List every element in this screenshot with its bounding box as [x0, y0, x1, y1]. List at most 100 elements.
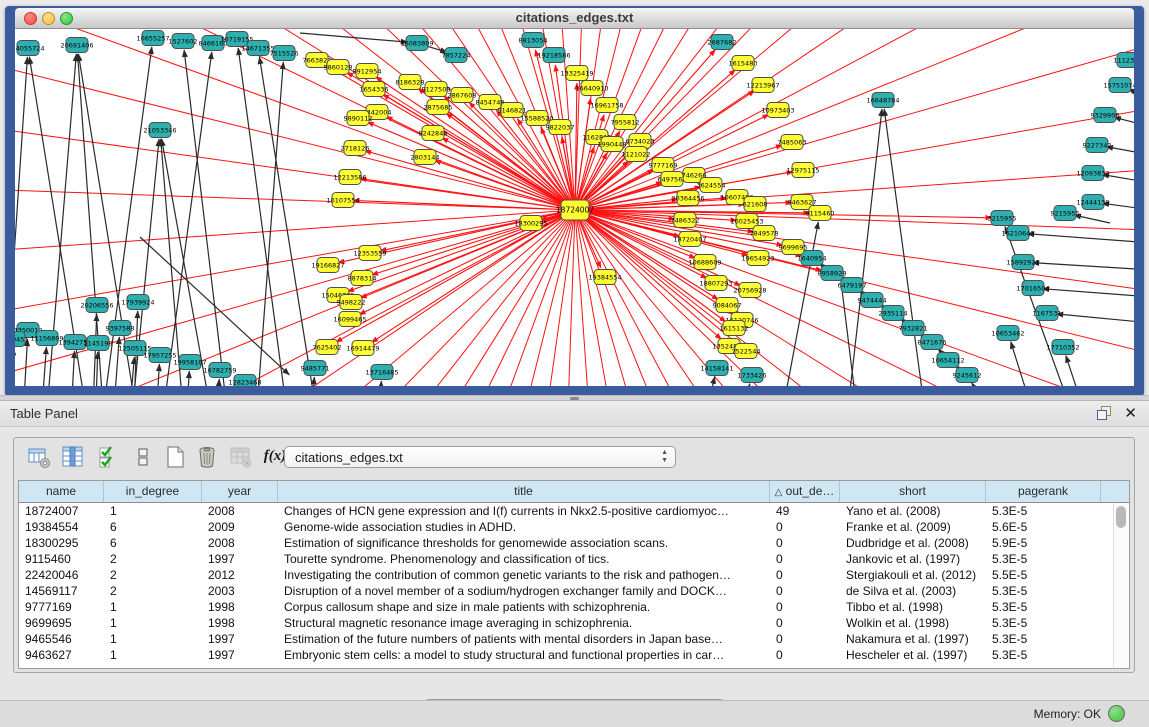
graph-node[interactable]: 7522544 [732, 344, 761, 359]
table-row[interactable]: 946362711997Embryonic stem cells: a mode… [19, 647, 1129, 663]
column-header-in_degree[interactable]: in_degree [104, 481, 202, 502]
graph-node[interactable]: 18720407 [673, 232, 706, 247]
graph-node[interactable]: 6479197 [838, 278, 867, 293]
citation-edge[interactable] [442, 138, 575, 210]
graph-node[interactable]: 2867608 [448, 88, 477, 103]
graph-node[interactable]: 13716485 [365, 365, 398, 380]
table-row[interactable]: 1830029562008Estimation of significance … [19, 535, 1129, 551]
citation-edge[interactable] [378, 381, 381, 386]
graph-node[interactable]: 7515526 [270, 46, 299, 61]
graph-node[interactable]: 15751074 [1103, 78, 1134, 93]
table-row[interactable]: 911546021997Tourette syndrome. Phenomeno… [19, 551, 1129, 567]
graph-node[interactable]: 7486322 [671, 213, 700, 228]
graph-node[interactable]: 19218586 [537, 48, 570, 63]
table-row[interactable]: 1872400712008Changes of HCN gene express… [19, 503, 1129, 519]
graph-node[interactable]: 2718126 [341, 141, 370, 156]
graph-node[interactable]: 1654336 [360, 82, 389, 97]
delete-table-icon[interactable] [194, 445, 220, 471]
citation-edge[interactable] [1011, 342, 1040, 386]
citation-edge[interactable] [1027, 234, 1134, 243]
graph-node[interactable]: 7625402 [313, 340, 342, 355]
graph-node[interactable]: 9227342 [1083, 138, 1112, 153]
graph-node[interactable]: 12444139 [1076, 195, 1109, 210]
graph-node[interactable]: 16961758 [590, 98, 623, 113]
graph-node[interactable]: 9485771 [301, 361, 330, 376]
graph-node[interactable]: 10654112 [931, 353, 964, 368]
column-header-pagerank[interactable]: pagerank [986, 481, 1101, 502]
graph-node[interactable]: 1615132 [720, 321, 749, 336]
network-canvas[interactable]: 18724007 24055724 20691406 10655257 1527… [15, 29, 1134, 386]
graph-node[interactable]: 9127508 [422, 82, 451, 97]
graph-node[interactable]: 2935114 [879, 306, 908, 321]
table-selector-dropdown[interactable]: citations_edges.txt ▲▼ [284, 446, 676, 468]
graph-node[interactable]: 8813054 [519, 33, 548, 48]
column-header-title[interactable]: title [278, 481, 770, 502]
graph-node[interactable]: 12975115 [786, 163, 819, 178]
graph-node[interactable]: 8912954 [353, 64, 382, 79]
graph-node[interactable]: 9245612 [953, 368, 982, 383]
graph-node[interactable]: 20206556 [80, 298, 113, 313]
graph-node[interactable]: 17710352 [1046, 340, 1079, 355]
citation-edge[interactable] [737, 384, 750, 386]
graph-node[interactable]: 9777169 [649, 158, 678, 173]
rows-icon[interactable] [130, 445, 156, 471]
column-header-out_degree[interactable]: △ out_de… [770, 481, 840, 502]
graph-node[interactable]: 9115460 [806, 206, 835, 221]
graph-node[interactable]: 9860128 [324, 60, 353, 75]
graph-node[interactable]: 9498222 [337, 295, 366, 310]
graph-node[interactable]: 16914479 [346, 341, 379, 356]
graph-node[interactable]: 9215955 [1051, 206, 1080, 221]
graph-node[interactable]: 19166827 [311, 258, 344, 273]
table-row[interactable]: 2242004622012Investigating the contribut… [19, 567, 1129, 583]
graph-node[interactable]: 14158141 [700, 361, 733, 376]
citation-edge[interactable] [972, 383, 1000, 386]
table-row[interactable]: 1456911722003Disruption of a novel membe… [19, 583, 1129, 599]
graph-node[interactable]: 2875685 [424, 100, 453, 115]
graph-node[interactable]: 8471676 [918, 335, 947, 350]
float-panel-icon[interactable] [1097, 406, 1111, 420]
graph-node[interactable]: 2803144 [411, 150, 440, 165]
graph-node[interactable]: 10107554 [326, 193, 359, 208]
graph-node[interactable]: 24055724 [15, 41, 45, 56]
graph-node[interactable]: 7955812 [611, 115, 640, 130]
graph-node[interactable]: 12213586 [333, 170, 366, 185]
graph-node[interactable]: 9699695 [779, 240, 808, 255]
citation-edge[interactable] [371, 210, 575, 343]
citation-edge[interactable] [1042, 289, 1134, 297]
graph-node[interactable]: 1121022 [622, 147, 651, 162]
graph-node[interactable]: 17939924 [121, 295, 154, 310]
graph-node[interactable]: 3624554 [697, 178, 726, 193]
citation-edge[interactable] [300, 33, 408, 42]
table-row[interactable]: 977716911998Corpus callosum shape and si… [19, 599, 1129, 615]
graph-node[interactable]: 9242848 [419, 126, 448, 141]
row-select-icon[interactable] [96, 445, 122, 471]
close-panel-icon[interactable]: ✕ [1124, 404, 1137, 422]
graph-node[interactable]: 3215955 [988, 211, 1017, 226]
citation-edge[interactable] [78, 54, 140, 386]
graph-node[interactable]: 2687682 [708, 35, 737, 50]
citation-edge[interactable] [1066, 356, 1092, 387]
graph-node[interactable]: 1990448 [598, 137, 627, 152]
graph-node[interactable]: 21053346 [143, 123, 176, 138]
table-row[interactable]: 1938455462009Genome-wide association stu… [19, 519, 1129, 535]
graph-node[interactable]: 9329906 [1091, 108, 1120, 123]
graph-node[interactable]: 7932821 [899, 321, 928, 336]
graph-node[interactable]: 16210643 [1001, 226, 1034, 241]
graph-node[interactable]: 9890112 [344, 111, 373, 126]
citation-edge[interactable] [215, 379, 219, 386]
graph-node[interactable]: 1145190 [84, 336, 113, 351]
new-table-icon[interactable] [162, 445, 188, 471]
column-header-year[interactable]: year [202, 481, 278, 502]
graph-node[interactable]: 7857224 [442, 48, 471, 63]
graph-node[interactable]: 20691406 [60, 38, 93, 53]
graph-node[interactable]: 10655257 [136, 31, 169, 46]
citation-edge[interactable] [1032, 263, 1134, 270]
graph-node[interactable]: 621608 [743, 197, 768, 212]
network-window-titlebar[interactable]: citations_edges.txt [15, 8, 1134, 29]
graph-node[interactable]: 8878314 [348, 271, 377, 286]
graph-node[interactable]: 9474444 [858, 293, 887, 308]
graph-node[interactable]: 15892921 [1006, 255, 1039, 270]
citation-edge[interactable] [184, 50, 230, 386]
graph-node[interactable]: 16782759 [203, 363, 236, 378]
graph-node[interactable]: 18807293 [699, 276, 732, 291]
